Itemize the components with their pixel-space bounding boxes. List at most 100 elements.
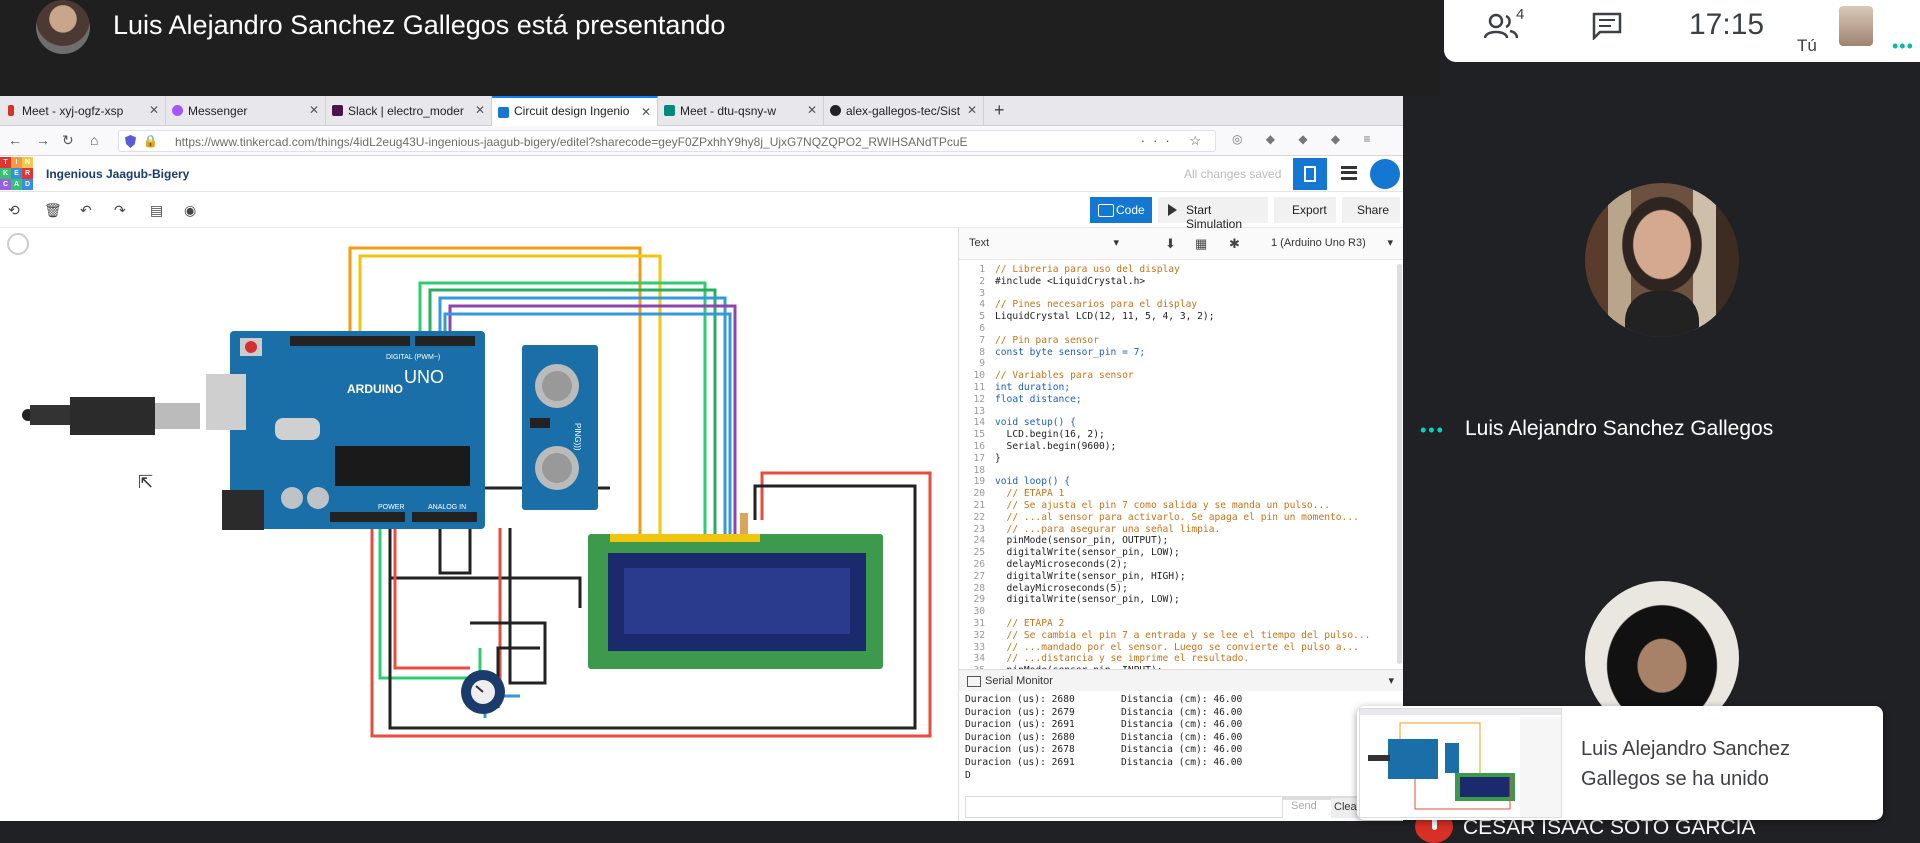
visibility-icon[interactable]: ◉ bbox=[184, 202, 196, 219]
chip-icon bbox=[1304, 166, 1316, 182]
start-simulation-button[interactable]: Start Simulation bbox=[1158, 197, 1268, 231]
close-tab-icon[interactable]: ✕ bbox=[475, 103, 485, 117]
send-button[interactable]: Send bbox=[1291, 800, 1317, 812]
serial-line: Duracion (us): 2691 Distancia (cm): 46.0… bbox=[965, 719, 1243, 731]
line-number: 19 bbox=[973, 476, 985, 488]
code-button[interactable]: Code bbox=[1090, 197, 1152, 223]
download-icon[interactable]: ⬇ bbox=[1165, 236, 1176, 252]
more-options-icon[interactable]: ••• bbox=[1892, 36, 1914, 57]
line-number: 1 bbox=[979, 264, 985, 275]
editor-scrollbar[interactable] bbox=[1397, 264, 1402, 664]
participant-name: Luis Alejandro Sanchez Gallegos bbox=[1465, 417, 1774, 440]
line-number: 34 bbox=[973, 653, 985, 665]
home-icon[interactable]: ⌂ bbox=[90, 132, 98, 148]
people-icon[interactable] bbox=[1484, 12, 1518, 40]
code-line: // Se ajusta el pin 7 como salida y se m… bbox=[995, 499, 1331, 511]
tab-label: Meet - xyj-ogfz-xsp bbox=[22, 104, 124, 118]
serial-input[interactable] bbox=[965, 796, 1283, 818]
library-icon[interactable]: ▦ bbox=[1195, 236, 1207, 252]
reload-icon[interactable]: ↻ bbox=[62, 132, 74, 149]
browser-tab[interactable]: alex-gallegos-tec/Sist ✕ bbox=[824, 96, 984, 126]
tab-label: Messenger bbox=[188, 104, 248, 118]
code-line: #include <LiquidCrystal.h> bbox=[995, 275, 1146, 287]
serial-line: Duracion (us): 2679 Distancia (cm): 46.0… bbox=[965, 706, 1243, 718]
components-list-icon[interactable] bbox=[1341, 166, 1357, 180]
close-tab-icon[interactable]: ✕ bbox=[149, 103, 159, 117]
line-number: 7 bbox=[979, 334, 985, 346]
join-notification[interactable]: Luis Alejandro Sanchez Gallegos se ha un… bbox=[1357, 706, 1883, 820]
delete-icon[interactable]: 🗑 bbox=[44, 202, 62, 219]
meet-top-card: 4 17:15 Tú ••• bbox=[1444, 0, 1920, 62]
notes-icon[interactable]: ▤ bbox=[150, 202, 163, 219]
code-mode-select[interactable]: Text bbox=[965, 234, 1125, 254]
code-line: pinMode(sensor_pin, OUTPUT); bbox=[995, 535, 1169, 547]
code-line: // ETAPA 2 bbox=[995, 617, 1065, 629]
serial-monitor-header[interactable]: Serial Monitor ▾ bbox=[959, 669, 1403, 691]
people-count: 4 bbox=[1516, 6, 1525, 23]
extension-icons[interactable]: ◎ ◆ ◆ ◆ ≡ bbox=[1232, 132, 1381, 146]
logo-letter: R bbox=[22, 168, 33, 179]
mouse-cursor-icon: ⇱ bbox=[138, 472, 154, 492]
share-button[interactable]: Share bbox=[1342, 197, 1400, 223]
code-toolbar: Text ⬇ ▦ ✱ 1 (Arduino Uno R3) bbox=[959, 228, 1403, 260]
speaking-indicator-icon: ••• bbox=[1420, 420, 1445, 440]
code-lines: // Libreria para uso del display #include… bbox=[995, 264, 1370, 670]
browser-tab[interactable]: Messenger ✕ bbox=[166, 96, 326, 126]
participant-avatar-luis[interactable] bbox=[1585, 183, 1739, 337]
forward-icon[interactable]: → bbox=[36, 132, 50, 148]
code-line: // Libreria para uso del display bbox=[995, 264, 1180, 275]
serial-line: Duracion (us): 2678 Distancia (cm): 46.0… bbox=[965, 744, 1243, 756]
shared-screen: Meet - xyj-ogfz-xsp ✕ Messenger ✕ Slack … bbox=[0, 96, 1403, 821]
close-tab-icon[interactable]: ✕ bbox=[967, 103, 977, 117]
browser-tab[interactable]: Slack | electro_moder ✕ bbox=[326, 96, 492, 126]
browser-tab[interactable]: Meet - xyj-ogfz-xsp ✕ bbox=[0, 96, 166, 126]
debug-icon[interactable]: ✱ bbox=[1229, 236, 1240, 252]
logo-letter: C bbox=[0, 179, 11, 190]
code-line: const byte sensor_pin = 7; bbox=[995, 346, 1146, 358]
editor-toolbar: ⟲ 🗑 ↶ ↷ ▤ ◉ Code Start Simulation Export… bbox=[0, 192, 1403, 231]
undo-icon[interactable]: ↶ bbox=[80, 202, 92, 219]
user-avatar[interactable] bbox=[1370, 159, 1400, 189]
device-select[interactable]: 1 (Arduino Uno R3) bbox=[1267, 234, 1397, 254]
url-bar: ← → ↻ ⌂ 🔒 https://www.tinkercad.com/thin… bbox=[0, 126, 1403, 156]
line-numbers: 1 2 3 4 5 6 7 8 9 10 11 12 13 14 15 16 17 18 19 20 21 22 23 24 2… bbox=[959, 264, 985, 670]
code-line: // ETAPA 1 bbox=[995, 488, 1065, 500]
code-line: // ...para asegurar una señal limpia. bbox=[995, 523, 1221, 535]
self-video-thumbnail[interactable] bbox=[1839, 6, 1873, 46]
code-line: // Se cambia el pin 7 a entrada y se lee… bbox=[995, 629, 1371, 641]
code-line: // Pines necesarios para el display bbox=[995, 299, 1198, 311]
new-tab-button[interactable]: + bbox=[994, 100, 1005, 121]
collapse-icon[interactable]: ▾ bbox=[1388, 674, 1394, 687]
digital-label: DIGITAL (PWM~) bbox=[386, 354, 440, 361]
close-tab-icon[interactable]: ✕ bbox=[641, 105, 651, 119]
tinkercad-logo[interactable]: T I N K E R C A D bbox=[0, 157, 33, 190]
rotate-icon[interactable]: ⟲ bbox=[8, 202, 20, 219]
address-field[interactable]: 🔒 https://www.tinkercad.com/things/4idL2… bbox=[118, 130, 1216, 152]
project-name[interactable]: Ingenious Jaagub-Bigery bbox=[46, 167, 189, 181]
line-number: 16 bbox=[973, 440, 985, 452]
line-number: 5 bbox=[979, 311, 985, 323]
redo-icon[interactable]: ↷ bbox=[114, 202, 126, 219]
power-label: POWER bbox=[378, 504, 404, 511]
code-line: // Pin para sensor bbox=[995, 334, 1099, 346]
close-tab-icon[interactable]: ✕ bbox=[807, 103, 817, 117]
shield-icon[interactable] bbox=[125, 135, 136, 148]
close-tab-icon[interactable]: ✕ bbox=[309, 103, 319, 117]
code-editor[interactable]: 1 2 3 4 5 6 7 8 9 10 11 12 13 14 15 16 17 18 19 20 21 22 23 24 2… bbox=[959, 260, 1403, 670]
export-button[interactable]: Export bbox=[1274, 197, 1336, 223]
chat-icon[interactable] bbox=[1592, 12, 1622, 40]
code-line: LCD.begin(16, 2); bbox=[995, 429, 1105, 441]
bookmark-star-icon[interactable]: ··· ☆ bbox=[1141, 133, 1209, 149]
screen-thumbnail bbox=[1359, 708, 1562, 818]
back-icon[interactable]: ← bbox=[8, 132, 22, 148]
circuit-canvas[interactable]: ARDUINO UNO DIGITAL (PWM~) POWER ANALOG … bbox=[0, 228, 958, 821]
browser-tab-active[interactable]: Circuit design Ingenio ✕ bbox=[492, 96, 658, 126]
lock-icon[interactable]: 🔒 bbox=[143, 134, 158, 148]
browser-tab[interactable]: Meet - dtu-qsny-w ✕ bbox=[658, 96, 824, 126]
tab-label: Circuit design Ingenio bbox=[514, 104, 630, 118]
code-line: delayMicroseconds(5); bbox=[995, 582, 1128, 594]
circuit-view-button[interactable] bbox=[1293, 158, 1327, 190]
logo-letter: A bbox=[11, 179, 22, 190]
